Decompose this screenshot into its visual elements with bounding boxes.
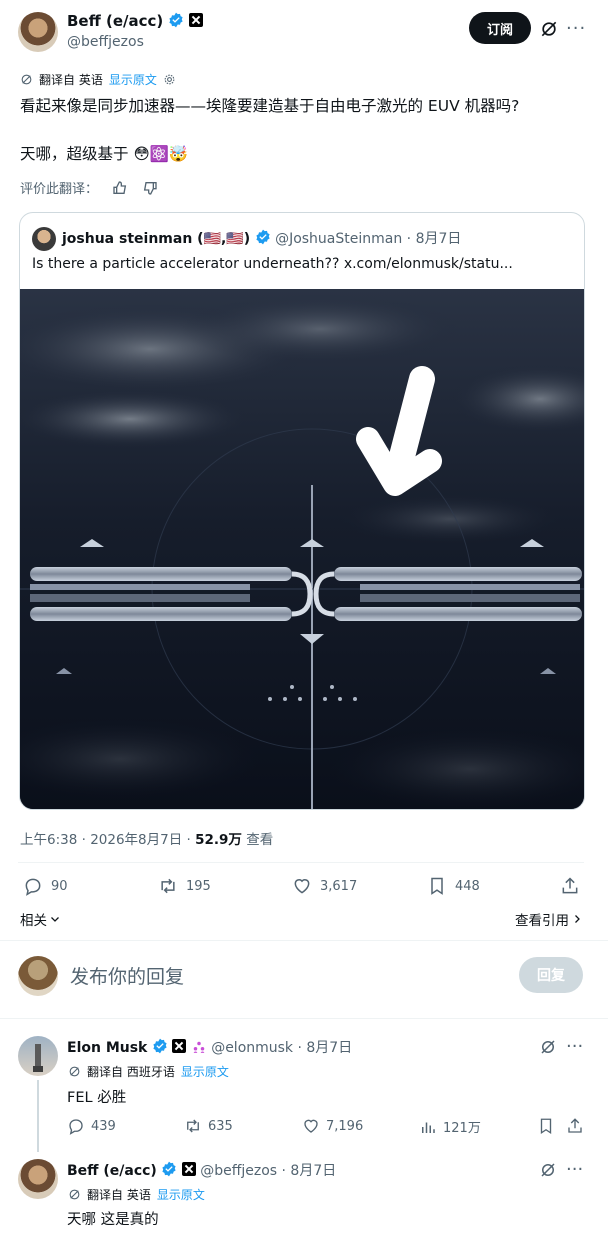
heart-icon (304, 1119, 318, 1133)
author-name[interactable]: Beff (e/acc) (67, 12, 163, 30)
bookmark-icon (431, 877, 443, 895)
author-handle[interactable]: @beffjezos (67, 34, 144, 50)
reply-submit-button[interactable]: 回复 (519, 957, 583, 993)
translated-from-label: 翻译自 英语 (39, 73, 103, 87)
verified-badge-icon (153, 1038, 167, 1054)
rate-translation-label: 评价此翻译： (20, 182, 99, 197)
views-count: 52.9万 (195, 832, 242, 848)
bookmark-action[interactable]: 448 (427, 876, 480, 896)
reply-icon (69, 1119, 83, 1135)
views-action[interactable]: 121万 (419, 1117, 481, 1136)
reply-icon (25, 878, 41, 896)
reply-date[interactable]: · 8月7日 (282, 1163, 337, 1179)
quote-date: · 8月7日 (406, 231, 462, 247)
subscribe-label: 订阅 (486, 22, 513, 38)
repost-count: 635 (208, 1118, 233, 1134)
post-text-line1: 看起来像是同步加速器——埃隆要建造基于自由电子激光的 EUV 机器吗? (20, 97, 520, 115)
view-count: 121万 (443, 1121, 481, 1136)
quote-text: Is there a particle accelerator undernea… (32, 256, 513, 272)
translate-icon (69, 1189, 80, 1200)
reply-input[interactable]: 发布你的回复 (70, 962, 184, 989)
chevron-down-icon (51, 917, 59, 922)
view-quotes-link[interactable]: 查看引用 (515, 909, 583, 929)
reply-text: 天哪 这是真的 (67, 1212, 159, 1228)
repost-action[interactable]: 635 (184, 1117, 233, 1135)
reply-handle[interactable]: @elonmusk (211, 1040, 293, 1056)
bookmark-count: 448 (455, 878, 480, 894)
related-label: 相关 (20, 913, 47, 929)
translated-from-label: 翻译自 西班牙语 (87, 1065, 175, 1079)
views-label: 查看 (241, 832, 274, 848)
translate-icon (69, 1066, 80, 1077)
bookmark-icon[interactable] (537, 1117, 555, 1135)
like-action[interactable]: 7,196 (302, 1117, 363, 1135)
more-options-icon[interactable]: ··· (566, 1159, 583, 1180)
reply-action[interactable]: 90 (23, 876, 68, 896)
reply-submit-label: 回复 (537, 968, 565, 984)
thumbs-down-icon[interactable] (142, 180, 158, 196)
verified-badge-icon (169, 12, 183, 28)
settings-gear-icon[interactable] (163, 73, 176, 86)
like-count: 3,617 (320, 878, 358, 894)
reply-author-avatar[interactable] (18, 1159, 58, 1199)
view-quotes-label: 查看引用 (515, 913, 569, 929)
show-original-link[interactable]: 显示原文 (109, 71, 157, 88)
verified-badge-icon (256, 229, 270, 245)
reply-count: 90 (51, 878, 68, 894)
like-action[interactable]: 3,617 (292, 876, 357, 896)
thread-connector-line (37, 1080, 39, 1152)
repost-icon (161, 878, 175, 894)
post-text-line2: 天哪，超级基于 (20, 145, 129, 163)
affiliate-x-badge-icon (181, 1162, 196, 1176)
quote-author-name: joshua steinman (🇺🇸,🇺🇸) (62, 231, 251, 247)
subscribe-button[interactable]: 订阅 (469, 12, 531, 44)
affiliate-x-badge-icon (188, 13, 203, 27)
analytics-icon (422, 1122, 435, 1133)
author-avatar[interactable] (18, 12, 58, 52)
reply-author-name[interactable]: Elon Musk (67, 1040, 147, 1056)
reply-date[interactable]: · 8月7日 (298, 1040, 353, 1056)
grok-icon[interactable] (539, 19, 559, 39)
repost-action[interactable]: 195 (158, 876, 211, 896)
show-original-link[interactable]: 显示原文 (157, 1186, 205, 1203)
reply-handle[interactable]: @beffjezos (200, 1163, 277, 1179)
verified-badge-icon (162, 1161, 176, 1177)
show-original-link[interactable]: 显示原文 (181, 1063, 229, 1080)
more-options-icon[interactable]: ··· (566, 1036, 583, 1057)
related-dropdown[interactable]: 相关 (20, 909, 61, 929)
thumbs-up-icon[interactable] (112, 180, 128, 196)
reply-author-avatar[interactable] (18, 1036, 58, 1076)
quoted-post-card[interactable]: joshua steinman (🇺🇸,🇺🇸) @JoshuaSteinman … (19, 212, 585, 810)
post-emojis: 😳⚛️🤯 (133, 145, 189, 163)
share-icon[interactable] (560, 876, 580, 896)
reply-text: FEL 必胜 (67, 1090, 127, 1106)
translate-icon (21, 74, 32, 85)
current-user-avatar (18, 956, 58, 996)
chevron-right-icon (575, 915, 580, 923)
translated-from-label: 翻译自 英语 (87, 1188, 151, 1202)
grok-icon[interactable] (539, 1038, 557, 1056)
affiliate-x-badge-icon (172, 1039, 187, 1053)
reply-author-name[interactable]: Beff (e/acc) (67, 1163, 157, 1179)
more-options-icon[interactable]: ··· (566, 18, 586, 39)
quote-handle: @JoshuaSteinman (275, 231, 403, 247)
grok-icon[interactable] (539, 1161, 557, 1179)
affiliate-people-icon (193, 1041, 204, 1053)
repost-count: 195 (186, 878, 211, 894)
share-icon[interactable] (566, 1117, 584, 1135)
heart-icon (294, 879, 310, 894)
reply-count: 439 (91, 1118, 116, 1134)
post-timestamp[interactable]: 上午6:38 · 2026年8月7日 · (20, 832, 195, 848)
like-count: 7,196 (326, 1118, 364, 1134)
repost-icon (187, 1119, 199, 1133)
quoted-image[interactable] (20, 289, 584, 809)
quote-author-avatar (32, 227, 56, 251)
reply-action[interactable]: 439 (67, 1117, 116, 1135)
